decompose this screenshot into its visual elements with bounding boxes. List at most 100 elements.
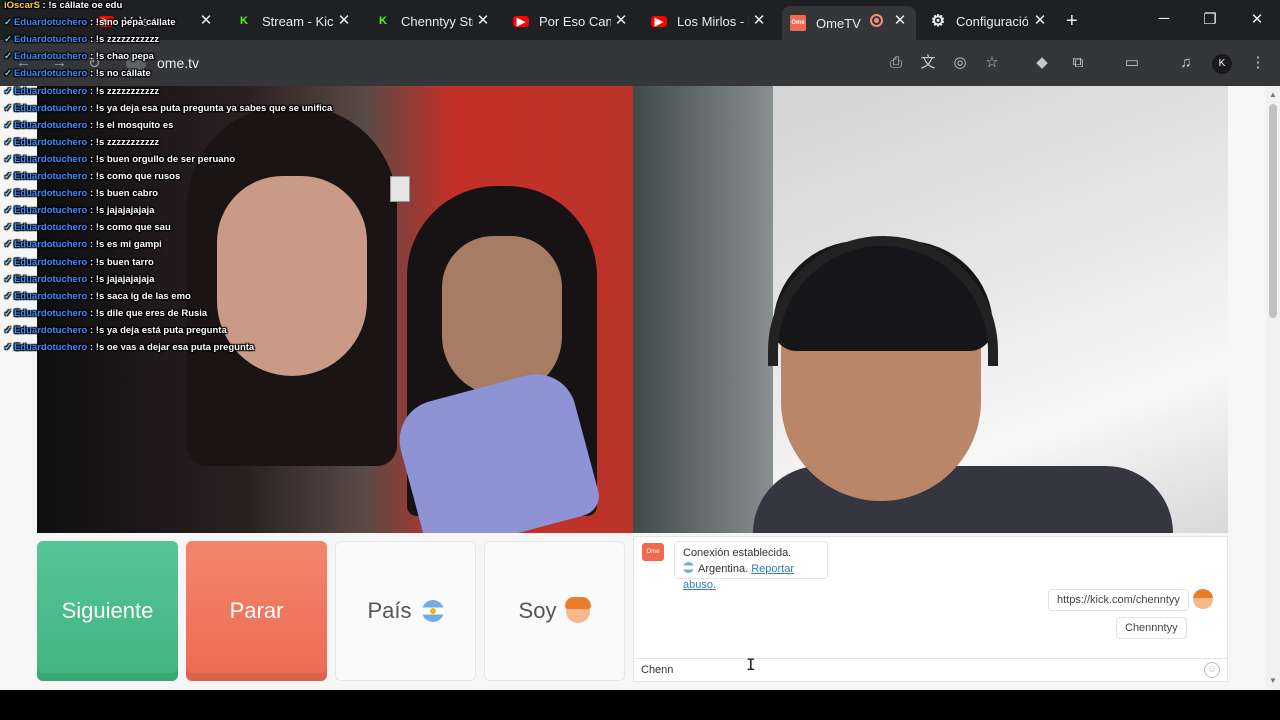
- stop-button[interactable]: Parar: [186, 541, 327, 681]
- tab-chenntyy-stream[interactable]: K Chenntyy Stream ✕: [367, 6, 499, 36]
- verified-badge-icon: ✓: [4, 102, 12, 114]
- tab-label: Configuración: [956, 13, 1028, 29]
- scroll-down-icon[interactable]: ▼: [1268, 676, 1278, 685]
- translate-icon[interactable]: 文: [918, 54, 938, 72]
- overlay-username: Eduardotuchero: [13, 51, 88, 63]
- new-tab-button[interactable]: +: [1066, 10, 1078, 33]
- overlay-username: Eduardotuchero: [13, 307, 88, 319]
- reading-mode-icon[interactable]: ▭: [1122, 54, 1142, 72]
- menu-kebab-icon[interactable]: ⋮: [1248, 54, 1268, 72]
- overlay-message: !s como que sau: [95, 222, 171, 234]
- scrollbar-thumb[interactable]: [1269, 104, 1277, 318]
- close-icon[interactable]: ✕: [751, 13, 767, 29]
- overlay-chat-line: ✓ Eduardotuchero : !s como que rusos: [4, 171, 180, 182]
- overlay-separator: :: [87, 85, 96, 97]
- overlay-chat-line: ✓ Eduardotuchero : !s buen tarro: [4, 257, 154, 268]
- close-icon[interactable]: ✕: [613, 13, 629, 29]
- tab-label: Chenntyy Stream: [401, 13, 473, 29]
- gender-button-label: Soy: [518, 598, 557, 623]
- country-button[interactable]: País: [335, 541, 476, 681]
- close-icon[interactable]: ✕: [892, 13, 908, 29]
- overlay-username: Eduardotuchero: [13, 119, 88, 131]
- tracking-protection-icon[interactable]: ◎: [950, 54, 970, 72]
- install-app-icon[interactable]: ⎙: [886, 54, 906, 72]
- close-icon[interactable]: ✕: [1032, 13, 1048, 29]
- tab-stream-kick[interactable]: K Stream - Kick ✕: [228, 6, 360, 36]
- overlay-message: !s dile que eres de Rusia: [95, 307, 208, 319]
- system-message: Conexión establecida. Argentina. Reporta…: [674, 541, 828, 591]
- overlay-chat-line: ✓ Eduardotuchero : !s jajajajajaja: [4, 205, 154, 216]
- overlay-separator: :: [87, 119, 96, 131]
- profile-avatar[interactable]: K: [1212, 54, 1232, 74]
- overlay-username: Eduardotuchero: [13, 102, 88, 114]
- overlay-username: Eduardotuchero: [13, 188, 88, 200]
- overlay-separator: :: [87, 273, 96, 285]
- extensions-puzzle-icon[interactable]: ⧉: [1068, 54, 1088, 72]
- browser-window: ▶ Valencc ✕ K Stream - Kick ✕ K Chenntyy…: [0, 0, 1280, 720]
- extension-diamond-icon[interactable]: ◆: [1032, 54, 1052, 72]
- overlay-separator: :: [87, 17, 96, 29]
- verified-badge-icon: ✓: [4, 17, 12, 29]
- overlay-username: iOscarS: [4, 0, 40, 11]
- overlay-username: Eduardotuchero: [13, 68, 88, 80]
- media-control-icon[interactable]: ♫: [1176, 54, 1196, 72]
- text-cursor-icon: I: [746, 655, 756, 674]
- tab-por-eso-canto[interactable]: ▶ Por Eso Canto ✕: [505, 6, 637, 36]
- tab-ometv[interactable]: Ome OmeTV Video ✕: [782, 6, 916, 40]
- overlay-username: Eduardotuchero: [13, 205, 88, 217]
- overlay-chat-line: ✓ Eduardotuchero : !s no cállate: [4, 68, 151, 79]
- close-window-button[interactable]: ✕: [1247, 10, 1267, 28]
- overlay-chat-line: ✓ Eduardotuchero : !s el mosquito es: [4, 120, 173, 131]
- overlay-chat-line: ✓ Eduardotuchero : !s ya deja está puta p…: [4, 325, 227, 336]
- overlay-separator: :: [87, 171, 96, 182]
- ometv-icon: Ome: [790, 15, 806, 31]
- overlay-chat-line: ✓ Eduardotuchero : !s buen cabro: [4, 188, 158, 199]
- argentina-flag-icon: [683, 562, 694, 573]
- overlay-message: !s zzzzzzzzzzz: [95, 136, 160, 148]
- emoji-icon[interactable]: ☺: [1204, 662, 1220, 678]
- overlay-separator: :: [87, 205, 96, 217]
- tab-configuracion[interactable]: ⚙ Configuración ✕: [922, 6, 1056, 36]
- bookmark-star-icon[interactable]: ☆: [982, 54, 1002, 72]
- overlay-chat-line: ✓ Eduardotuchero : !s chao pepa: [4, 51, 154, 62]
- address-bar[interactable]: ome.tv: [157, 55, 199, 71]
- overlay-message: !s buen tarro: [95, 256, 154, 268]
- overlay-separator: :: [87, 136, 96, 148]
- self-video: [633, 86, 1228, 533]
- stranger-country-label: Argentina.: [698, 563, 749, 575]
- close-icon[interactable]: ✕: [336, 13, 352, 29]
- verified-badge-icon: ✓: [4, 324, 12, 336]
- overlay-chat-line: ✓ Eduardotuchero : !s ya deja esa puta pr…: [4, 103, 332, 114]
- overlay-message: !s ya deja está puta pregunta: [95, 324, 227, 336]
- verified-badge-icon: ✓: [4, 119, 12, 131]
- restore-button[interactable]: ❐: [1200, 10, 1220, 28]
- close-icon[interactable]: ✕: [198, 13, 214, 29]
- overlay-separator: :: [87, 307, 96, 319]
- overlay-separator: :: [87, 239, 96, 251]
- overlay-separator: :: [87, 324, 96, 336]
- verified-badge-icon: ✓: [4, 136, 12, 148]
- overlay-username: Eduardotuchero: [13, 256, 88, 268]
- chat-input[interactable]: [634, 658, 1227, 681]
- overlay-chat-line: ✓ Eduardotuchero : !s saca ig de las emo: [4, 291, 191, 302]
- overlay-username: Eduardotuchero: [13, 324, 88, 336]
- verified-badge-icon: ✓: [4, 307, 12, 319]
- youtube-icon: ▶: [651, 15, 667, 28]
- overlay-username: Eduardotuchero: [13, 171, 88, 182]
- overlay-message: !s buen cabro: [95, 188, 159, 200]
- scroll-up-icon[interactable]: ▲: [1268, 90, 1278, 99]
- close-icon[interactable]: ✕: [475, 13, 491, 29]
- next-button[interactable]: Siguiente: [37, 541, 178, 681]
- overlay-username: Eduardotuchero: [13, 290, 88, 302]
- tab-los-mirlos[interactable]: ▶ Los Mirlos - I ✕: [643, 6, 775, 36]
- gender-button[interactable]: Soy: [484, 541, 625, 681]
- overlay-username: Eduardotuchero: [13, 273, 88, 285]
- overlay-chat-line: ✓ Eduardotuchero : !s jajajajajaja: [4, 274, 154, 285]
- tab-label: Los Mirlos - I: [677, 13, 749, 29]
- minimize-button[interactable]: ─: [1154, 10, 1174, 27]
- overlay-separator: :: [87, 256, 96, 268]
- overlay-separator: :: [87, 188, 96, 200]
- overlay-username: Eduardotuchero: [13, 34, 88, 46]
- overlay-separator: :: [87, 102, 96, 114]
- verified-badge-icon: ✓: [4, 85, 12, 97]
